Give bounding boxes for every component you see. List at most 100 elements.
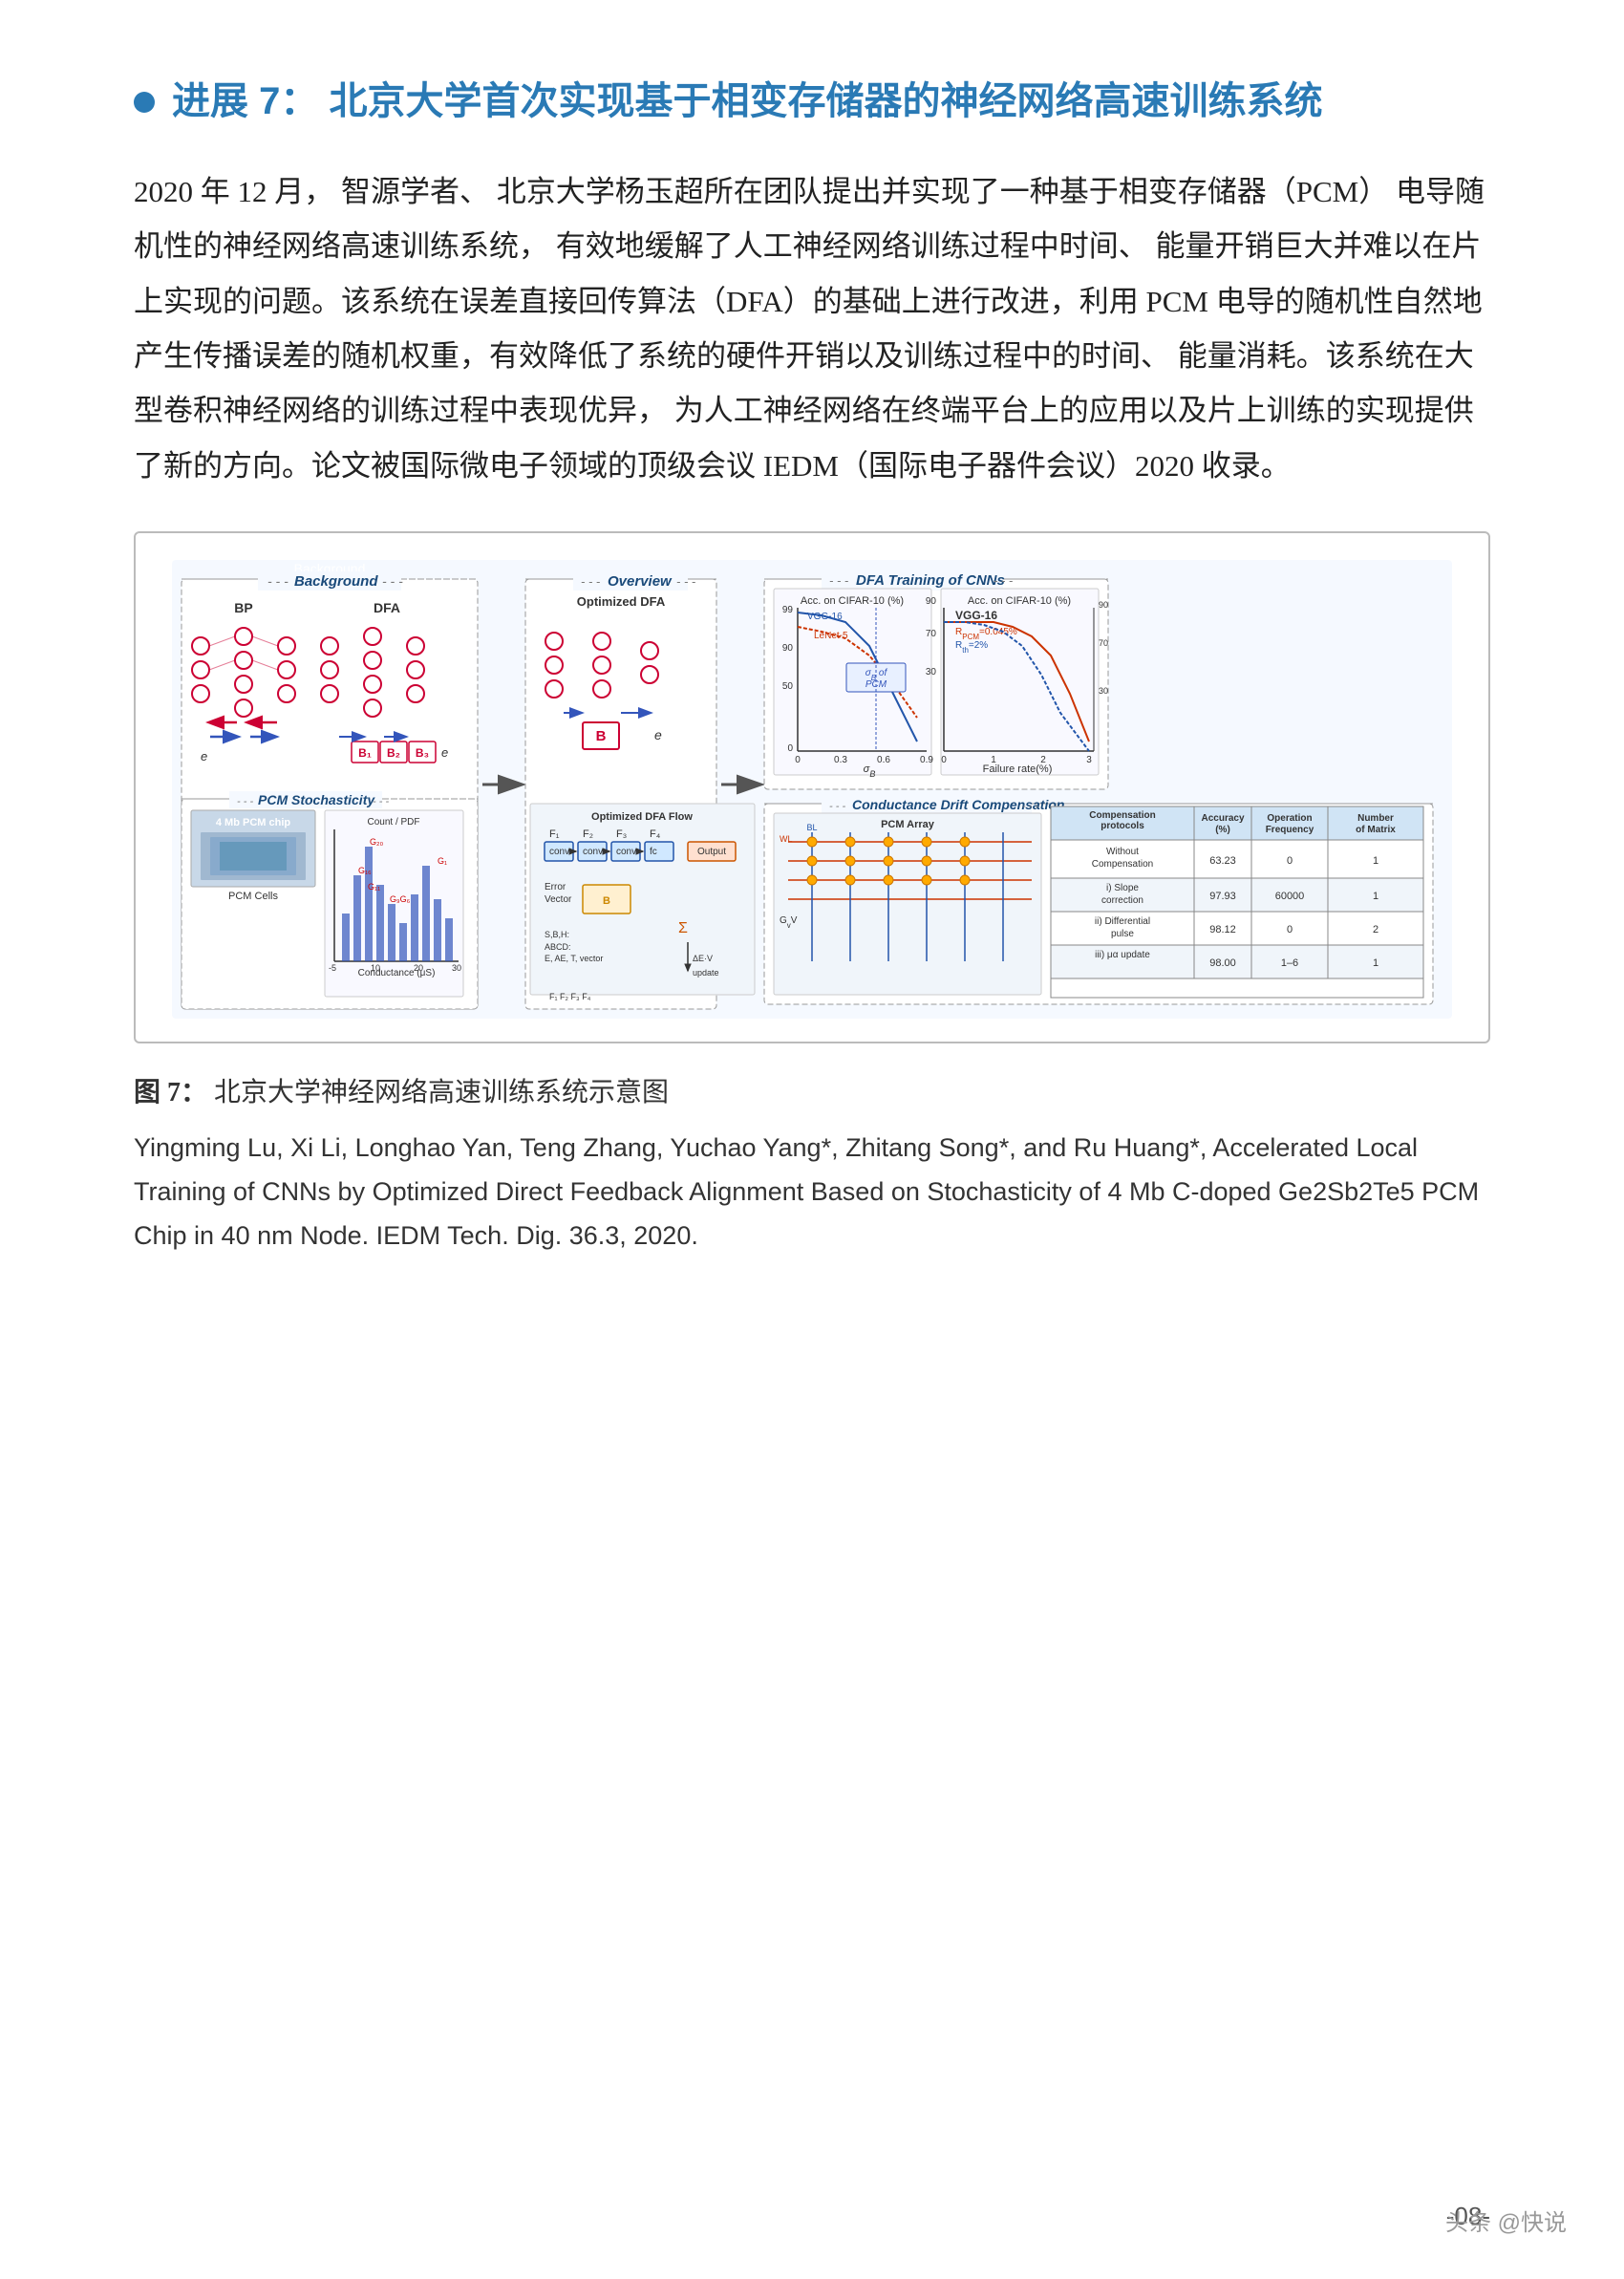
svg-text:0.3: 0.3 <box>834 755 847 765</box>
reference-authors: Yingming Lu, Xi Li, Longhao Yan, Teng Zh… <box>134 1133 1207 1162</box>
svg-text:F₁ F₂ F₃ F₄: F₁ F₂ F₃ F₄ <box>549 992 591 1001</box>
svg-text:Compensation: Compensation <box>1092 859 1153 870</box>
svg-text:pulse: pulse <box>1111 929 1134 939</box>
svg-text:Failure rate(%): Failure rate(%) <box>983 763 1053 775</box>
svg-text:- - -: - - - <box>994 573 1014 588</box>
svg-text:DFA Training of CNNs: DFA Training of CNNs <box>856 572 1005 589</box>
svg-text:0: 0 <box>1287 855 1293 867</box>
svg-text:Background: Background <box>294 573 378 590</box>
svg-text:- - -: - - - <box>581 574 601 589</box>
figure-diagram: Background - - - Background - - - BP <box>172 560 1452 1019</box>
svg-text:PCM Array: PCM Array <box>881 819 935 830</box>
svg-text:98.00: 98.00 <box>1209 957 1236 969</box>
svg-text:F₃: F₃ <box>616 828 627 840</box>
svg-text:Optimized DFA Flow: Optimized DFA Flow <box>591 811 693 823</box>
svg-text:e: e <box>201 749 207 763</box>
svg-text:DFA: DFA <box>374 600 400 615</box>
svg-text:90: 90 <box>1099 600 1108 610</box>
svg-text:Without: Without <box>1106 847 1139 857</box>
svg-text:Accuracy: Accuracy <box>1201 813 1244 824</box>
svg-text:0: 0 <box>1287 924 1293 935</box>
svg-text:G₂₀: G₂₀ <box>370 837 383 847</box>
svg-text:update: update <box>693 968 719 978</box>
figure-svg: Background - - - Background - - - BP <box>162 560 1462 1019</box>
svg-text:Number: Number <box>1357 813 1394 824</box>
figure-caption: 图 7： 北京大学神经网络高速训练系统示意图 <box>134 1072 1490 1115</box>
svg-text:0: 0 <box>795 755 801 765</box>
svg-text:ΔE·V: ΔE·V <box>693 954 713 963</box>
svg-text:98.12: 98.12 <box>1209 924 1236 935</box>
svg-text:BL: BL <box>806 823 817 832</box>
svg-text:70: 70 <box>926 629 937 639</box>
svg-text:i) Slope: i) Slope <box>1106 883 1139 893</box>
svg-text:0: 0 <box>787 743 793 754</box>
svg-text:1: 1 <box>1373 891 1378 902</box>
svg-text:2: 2 <box>1373 924 1378 935</box>
svg-text:F₄: F₄ <box>650 828 661 840</box>
svg-text:protocols: protocols <box>1100 821 1144 831</box>
svg-text:G₉G₆: G₉G₆ <box>390 894 411 904</box>
svg-text:F₂: F₂ <box>583 828 593 840</box>
section-dot <box>134 92 155 113</box>
caption-label: 图 7： <box>134 1078 207 1107</box>
svg-text:1–6: 1–6 <box>1281 957 1298 969</box>
caption-text: 北京大学神经网络高速训练系统示意图 <box>214 1078 669 1107</box>
svg-text:90: 90 <box>782 643 794 654</box>
svg-text:Acc. on CIFAR-10 (%): Acc. on CIFAR-10 (%) <box>801 595 904 607</box>
svg-text:Conductance (μS): Conductance (μS) <box>358 968 436 978</box>
svg-text:Operation: Operation <box>1267 813 1312 824</box>
svg-text:30: 30 <box>926 667 937 677</box>
watermark: 头条 @快说 <box>1445 2204 1567 2237</box>
svg-text:B: B <box>603 895 610 907</box>
svg-text:Compensation: Compensation <box>1089 810 1155 821</box>
svg-text:B₁: B₁ <box>358 746 372 760</box>
svg-text:Count / PDF: Count / PDF <box>367 817 419 828</box>
svg-text:- - -: - - - <box>829 801 845 812</box>
svg-text:E, AE, T, vector: E, AE, T, vector <box>545 954 603 963</box>
page: 进展 7： 北京大学首次实现基于相变存储器的神经网络高速训练系统 2020 年 … <box>0 0 1624 2279</box>
svg-text:S,B,H:: S,B,H: <box>545 930 569 939</box>
svg-text:1: 1 <box>1373 957 1378 969</box>
svg-text:- - -: - - - <box>382 573 403 589</box>
section-header: 进展 7： 北京大学首次实现基于相变存储器的神经网络高速训练系统 <box>134 76 1490 126</box>
svg-text:WL: WL <box>780 834 793 844</box>
svg-text:G₁₆: G₁₆ <box>358 866 372 875</box>
svg-text:0: 0 <box>941 755 947 765</box>
body-paragraph: 2020 年 12 月， 智源学者、 北京大学杨玉超所在团队提出并实现了一种基于… <box>134 164 1490 493</box>
svg-text:conv: conv <box>583 847 603 857</box>
svg-text:Frequency: Frequency <box>1266 825 1314 835</box>
svg-text:Overview: Overview <box>608 573 673 590</box>
svg-text:30: 30 <box>452 963 461 973</box>
svg-text:- - -: - - - <box>373 796 389 807</box>
svg-text:Error: Error <box>545 882 566 892</box>
svg-text:Σ: Σ <box>678 920 688 936</box>
svg-text:G₁: G₁ <box>438 856 447 866</box>
svg-text:70: 70 <box>1099 638 1108 648</box>
svg-text:4 Mb PCM chip: 4 Mb PCM chip <box>216 817 291 828</box>
svg-text:ii) Differential: ii) Differential <box>1095 916 1150 927</box>
svg-text:60000: 60000 <box>1275 891 1305 902</box>
svg-text:3: 3 <box>1086 755 1092 765</box>
svg-text:e: e <box>441 745 448 760</box>
svg-text:10: 10 <box>371 963 380 973</box>
svg-text:e: e <box>654 727 662 742</box>
svg-text:1: 1 <box>1373 855 1378 867</box>
svg-text:of Matrix: of Matrix <box>1356 825 1396 835</box>
svg-text:Acc. on CIFAR-10 (%): Acc. on CIFAR-10 (%) <box>968 595 1071 607</box>
svg-text:VGG-16: VGG-16 <box>807 612 843 622</box>
svg-text:63.23: 63.23 <box>1209 855 1236 867</box>
svg-text:VGG-16: VGG-16 <box>955 609 997 622</box>
svg-text:B₃: B₃ <box>416 746 429 760</box>
svg-text:PCM Cells: PCM Cells <box>228 891 278 902</box>
figure-container: Background - - - Background - - - BP <box>134 531 1490 1043</box>
svg-text:LeNet-5: LeNet-5 <box>814 631 848 641</box>
svg-text:90: 90 <box>926 596 937 607</box>
svg-text:conv: conv <box>549 847 569 857</box>
svg-text:99: 99 <box>782 605 794 615</box>
section-title: 进展 7： 北京大学首次实现基于相变存储器的神经网络高速训练系统 <box>172 76 1322 126</box>
svg-text:97.93: 97.93 <box>1209 891 1236 902</box>
svg-text:50: 50 <box>782 681 794 692</box>
svg-text:- - -: - - - <box>676 574 696 589</box>
svg-text:- - -: - - - <box>829 573 849 588</box>
svg-text:Vector: Vector <box>545 894 572 905</box>
